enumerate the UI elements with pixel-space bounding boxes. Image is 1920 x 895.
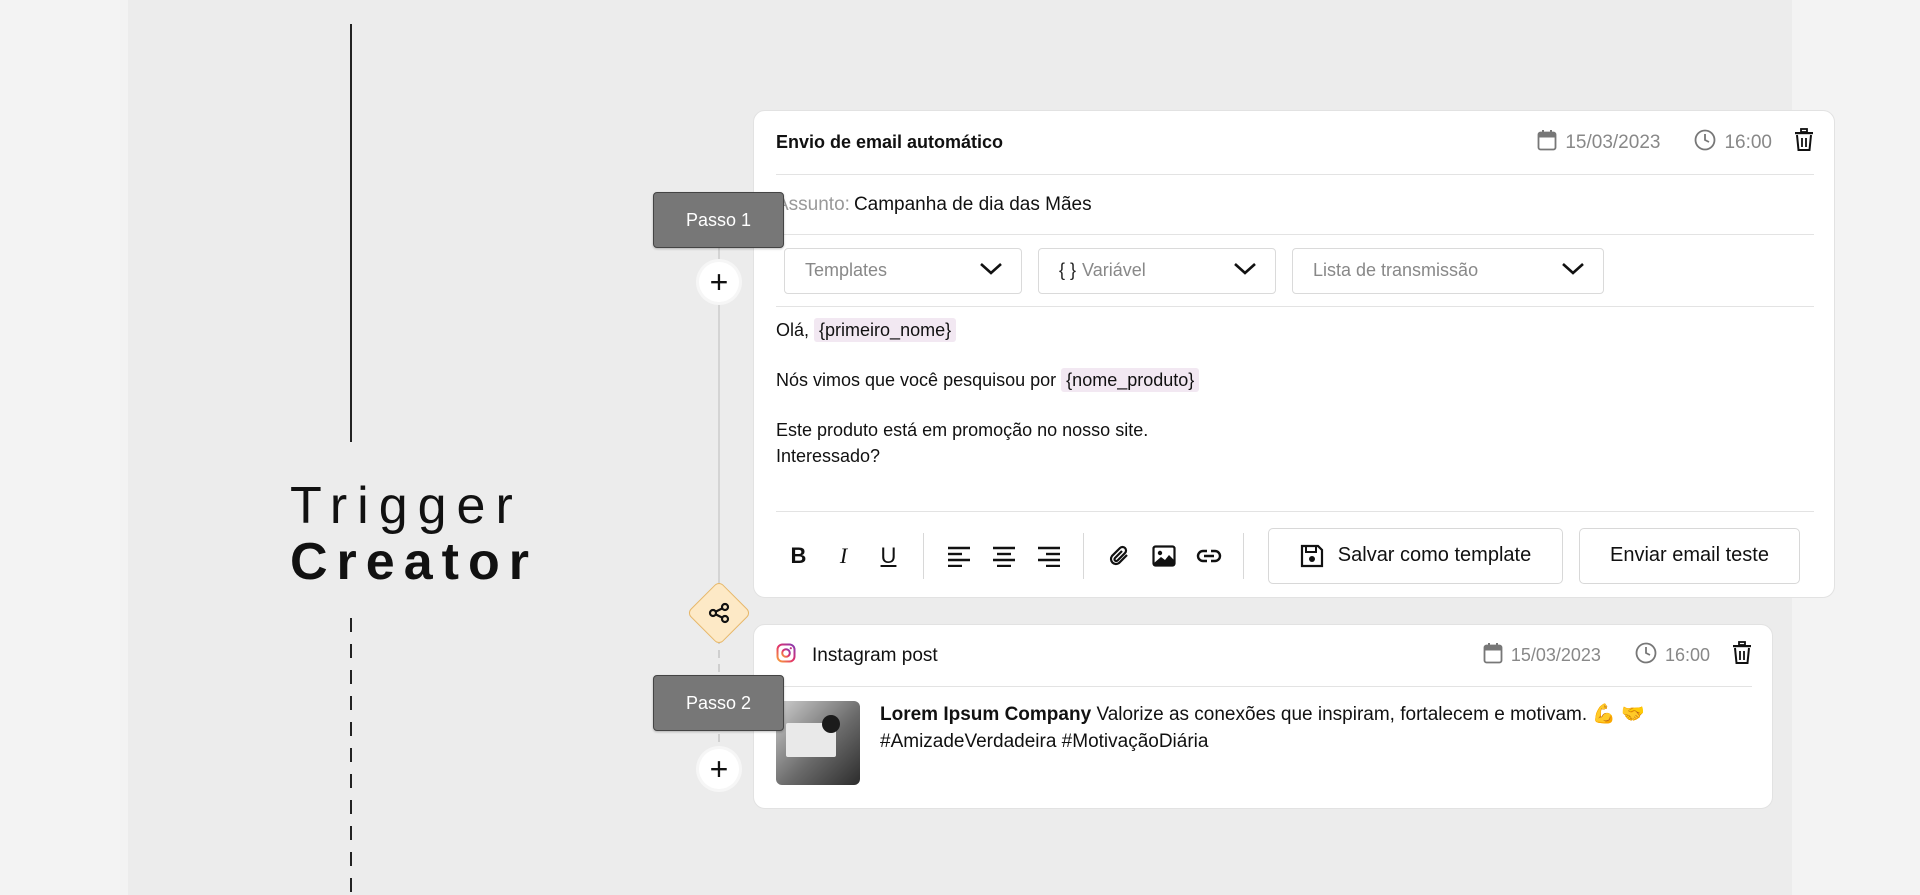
post-text: Valorize as conexões que inspiram, forta… xyxy=(1096,704,1646,725)
italic-button[interactable]: I xyxy=(821,533,866,578)
step-1-badge[interactable]: Passo 1 xyxy=(653,192,784,248)
instagram-card-header: Instagram post 15/03/2023 16:00 xyxy=(776,625,1752,687)
instagram-post-preview: Lorem Ipsum Company Valorize as conexões… xyxy=(776,701,1752,785)
email-body-line: Olá, {primeiro_nome} xyxy=(776,317,1814,343)
variable-tag-product[interactable]: {nome_produto} xyxy=(1061,368,1200,392)
braces-icon: { } xyxy=(1059,260,1077,280)
broadcast-list-select[interactable]: Lista de transmissão xyxy=(1292,247,1604,294)
calendar-icon[interactable] xyxy=(1483,642,1503,669)
save-template-button[interactable]: Salvar como template xyxy=(1268,527,1563,584)
email-card-date[interactable]: 15/03/2023 xyxy=(1565,132,1660,154)
timeline-line-dashed xyxy=(350,618,352,895)
email-selects-row: Templates { } Variável Lista de transmiss… xyxy=(776,235,1814,307)
timeline-line-solid xyxy=(350,24,352,442)
instagram-icon xyxy=(776,643,796,668)
templates-select[interactable]: Templates xyxy=(784,247,1022,294)
toolbar-divider xyxy=(1243,532,1244,579)
variable-select[interactable]: { } Variável xyxy=(1038,247,1276,294)
subject-field[interactable]: Assunto: Campanha de dia das Mães xyxy=(776,175,1814,235)
instagram-card-title: Instagram post xyxy=(812,644,938,666)
send-test-email-label: Enviar email teste xyxy=(1610,544,1769,566)
email-line-3: Este produto está em promoção no nosso s… xyxy=(776,420,1149,440)
clock-icon[interactable] xyxy=(1635,642,1657,669)
email-body-editor[interactable]: Olá, {primeiro_nome} Nós vimos que você … xyxy=(776,317,1814,469)
chevron-down-icon xyxy=(1233,260,1257,281)
broadcast-list-select-label: Lista de transmissão xyxy=(1313,260,1479,280)
link-icon[interactable] xyxy=(1186,533,1231,578)
post-hashtags: #AmizadeVerdadeira #MotivaçãoDiária xyxy=(880,731,1209,752)
align-left-icon[interactable] xyxy=(936,533,981,578)
save-template-label: Salvar como template xyxy=(1337,544,1532,566)
email-step-card: Envio de email automático 15/03/2023 16:… xyxy=(753,110,1835,598)
email-card-title: Envio de email automático xyxy=(776,132,1004,152)
step-2-badge[interactable]: Passo 2 xyxy=(653,675,784,731)
floppy-disk-icon xyxy=(1300,544,1324,568)
image-icon[interactable] xyxy=(1141,533,1186,578)
send-test-email-button[interactable]: Enviar email teste xyxy=(1579,527,1800,584)
chevron-down-icon xyxy=(1561,260,1585,281)
toolbar-divider xyxy=(923,532,924,579)
instagram-card-time[interactable]: 16:00 xyxy=(1665,645,1710,666)
underline-button[interactable]: U xyxy=(866,533,911,578)
subject-label: Assunto: xyxy=(776,193,850,215)
plus-icon: + xyxy=(709,751,729,787)
email-line-4: Interessado? xyxy=(776,446,881,466)
align-center-icon[interactable] xyxy=(981,533,1026,578)
calendar-icon[interactable] xyxy=(1537,129,1557,157)
instagram-card-meta: 15/03/2023 16:00 xyxy=(1483,641,1752,670)
post-thumbnail[interactable] xyxy=(776,701,860,785)
share-icon xyxy=(708,602,730,624)
instagram-step-card: Instagram post 15/03/2023 16:00 Lorem Ip… xyxy=(753,624,1773,809)
clock-icon[interactable] xyxy=(1694,129,1716,157)
email-card-meta: 15/03/2023 16:00 xyxy=(1537,127,1814,158)
plus-icon: + xyxy=(709,264,729,300)
post-company: Lorem Ipsum Company xyxy=(880,704,1092,725)
trash-icon[interactable] xyxy=(1794,127,1814,158)
email-toolbar: B I U Salvar como template Enviar email … xyxy=(776,511,1814,599)
brand-line-1: Trigger xyxy=(290,477,523,535)
align-right-icon[interactable] xyxy=(1026,533,1071,578)
chevron-down-icon xyxy=(979,260,1003,281)
email-card-time[interactable]: 16:00 xyxy=(1724,132,1772,154)
subject-value[interactable]: Campanha de dia das Mães xyxy=(854,194,1092,216)
bold-button[interactable]: B xyxy=(776,533,821,578)
add-step-button[interactable]: + xyxy=(699,749,739,789)
email-card-header: Envio de email automático 15/03/2023 16:… xyxy=(776,111,1814,175)
add-step-button[interactable]: + xyxy=(699,262,739,302)
email-line-2: Nós vimos que você pesquisou por xyxy=(776,370,1057,390)
brand-line-2: Creator xyxy=(290,533,538,591)
post-caption: Lorem Ipsum Company Valorize as conexões… xyxy=(880,701,1645,785)
step-2-label: Passo 2 xyxy=(685,692,752,713)
templates-select-label: Templates xyxy=(805,260,888,280)
variable-tag-first-name[interactable]: {primeiro_nome} xyxy=(814,318,957,342)
variable-select-label: Variável xyxy=(1082,260,1146,280)
email-greeting: Olá, xyxy=(776,320,810,340)
toolbar-divider xyxy=(1083,532,1084,579)
brand-title: Trigger Creator xyxy=(290,480,538,588)
paperclip-icon[interactable] xyxy=(1096,533,1141,578)
trash-icon[interactable] xyxy=(1732,641,1752,670)
email-body-line: Nós vimos que você pesquisou por {nome_p… xyxy=(776,367,1814,393)
instagram-card-date[interactable]: 15/03/2023 xyxy=(1511,645,1601,666)
step-1-label: Passo 1 xyxy=(685,209,752,230)
